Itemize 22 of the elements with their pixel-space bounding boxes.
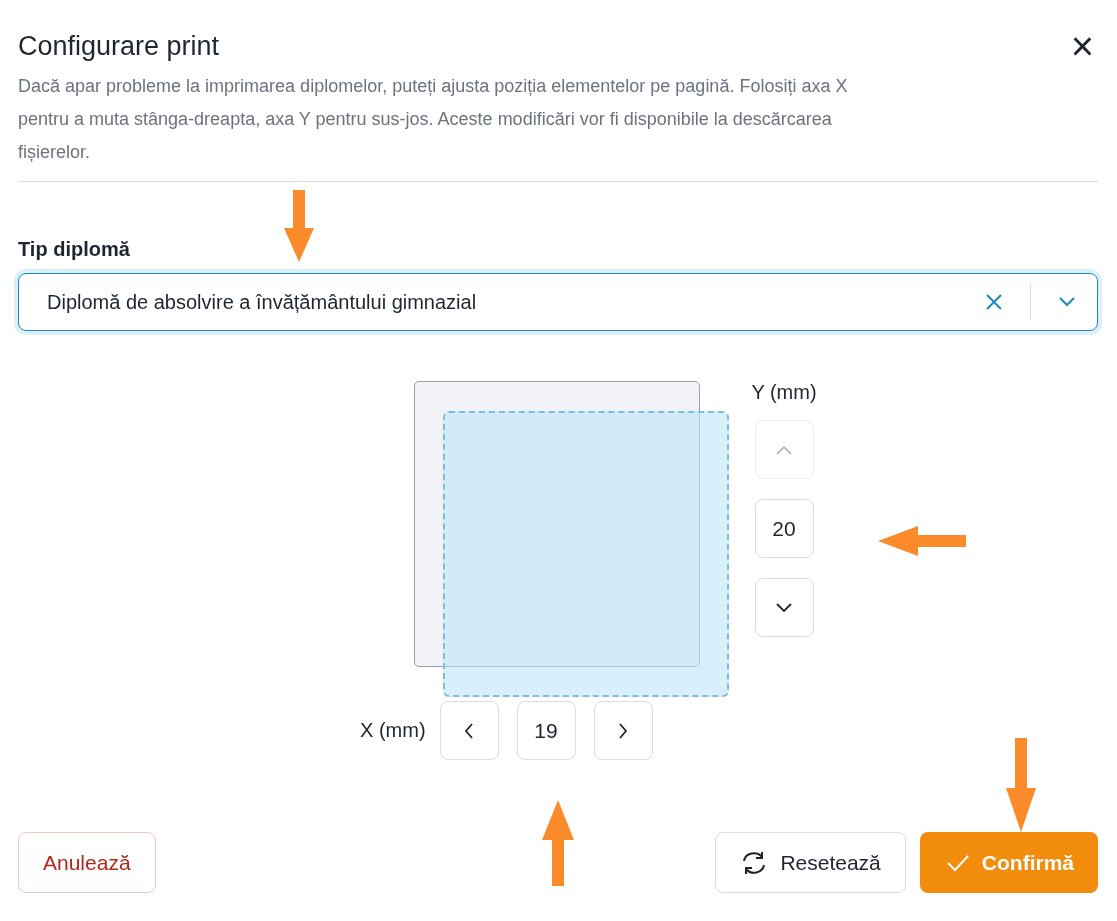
arrow-icon [284, 190, 314, 262]
y-axis-label: Y (mm) [751, 381, 817, 404]
reset-button[interactable]: Resetează [715, 832, 906, 893]
y-value-field[interactable]: 20 [754, 499, 814, 558]
x-axis-label: X (mm) [360, 719, 426, 742]
chevron-down-icon [774, 601, 794, 614]
description-text: Dacă apar probleme la imprimarea diplomelor, puteți ajusta poziția elementelor pe pagină. Folosiți axa X pentru a muta stânga-dreapta, axa Y pentru sus-jos. Aceste modificări vor fi disponibile la descărcarea fișierelor. [18, 75, 849, 164]
field-label: Tip diplomă [18, 238, 131, 261]
arrow-icon [1006, 738, 1036, 832]
chevron-up-icon [774, 443, 794, 456]
close-button[interactable]: × [1066, 26, 1098, 66]
left-button[interactable] [439, 701, 499, 760]
down-button[interactable] [754, 578, 814, 637]
chevron-down-icon[interactable] [1057, 296, 1077, 308]
x-value-field[interactable]: 19 [516, 701, 576, 760]
arrow-icon [878, 526, 966, 556]
checkmark-icon [945, 853, 970, 872]
clear-icon[interactable] [984, 292, 1004, 312]
cancel-button[interactable]: Anulează [18, 832, 156, 893]
dialog-title: Configurare print [18, 30, 220, 62]
arrow-icon [542, 800, 574, 886]
right-button[interactable] [593, 701, 653, 760]
